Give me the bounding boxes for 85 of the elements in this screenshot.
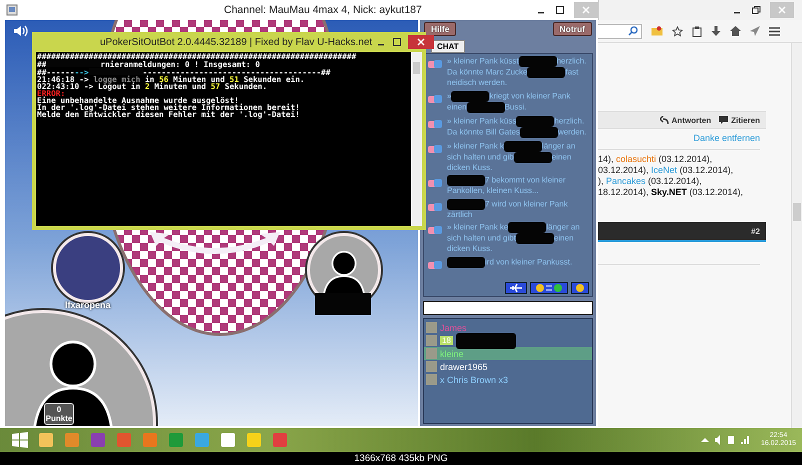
post-action-link[interactable]: Zitieren (719, 116, 760, 124)
smiley-icon (575, 283, 585, 293)
chat-message-icon (427, 224, 443, 236)
points-value: 0 (56, 405, 62, 414)
thanks-list-line: ), Pancakes (03.12.2014), (598, 176, 703, 187)
user-avatar-placeholder (426, 361, 437, 372)
chat-message: » kleiner Pank k länger an sich halten und gib einen dicken Kuss. (447, 140, 576, 172)
window-title: Channel: MauMau 4max 4, Nick: aykut187 (224, 4, 422, 16)
menu-icon[interactable] (769, 26, 780, 36)
swap-icon (534, 283, 564, 293)
user-name: kleine (440, 348, 464, 358)
avatar-photo-placeholder (53, 233, 123, 303)
chat-message-icon (427, 142, 443, 154)
redaction-block (447, 175, 485, 186)
post-number: #2 (751, 226, 760, 236)
redaction-block (447, 198, 485, 210)
redaction-block (518, 56, 557, 67)
plane-button[interactable] (505, 282, 527, 294)
thanks-link[interactable]: Danke entfernen (693, 133, 760, 143)
user-name: drawer1965 (440, 362, 488, 372)
age-badge: 18 (440, 336, 453, 345)
redaction-block (527, 67, 566, 78)
maximize-icon[interactable] (392, 37, 402, 47)
search-icon[interactable] (628, 26, 638, 36)
send-icon[interactable] (750, 26, 760, 36)
maximize-icon[interactable] (555, 5, 565, 15)
chat-message-icon (427, 200, 443, 212)
reply-arrow-icon (660, 116, 669, 124)
user-row[interactable]: x Chris Brown x3 (424, 373, 592, 386)
redaction-block (520, 126, 558, 138)
chat-message: » kleiner Pank küsst herzlich. Da könnte Marc Zucke fast neidisch werden. (447, 56, 588, 88)
thanks-list-line: 14), colasuchti (03.12.2014), (598, 154, 714, 165)
user-name: James (440, 322, 467, 332)
system-tray-icons[interactable] (700, 435, 751, 445)
clipboard-icon[interactable] (692, 26, 702, 36)
download-icon[interactable] (711, 26, 721, 36)
app-icon (6, 4, 18, 16)
post-action-link[interactable]: Antworten (660, 116, 712, 124)
chat-message-icon (427, 177, 443, 189)
redaction-block (456, 332, 516, 348)
mail-icon[interactable] (651, 26, 663, 36)
redaction-block (451, 90, 490, 102)
chat-message: » kriegt von kleiner Pank einen Bussi. (447, 90, 572, 112)
user-avatar-placeholder (426, 348, 437, 359)
speech-bubble-icon (719, 116, 728, 124)
redaction-block (466, 102, 505, 112)
star-icon[interactable] (672, 26, 683, 36)
close-icon[interactable] (408, 35, 434, 49)
taskbar-app-icon[interactable] (220, 432, 236, 448)
chat-message: 7 bekommt von kleiner Pankollen, kleinen Kuss... (447, 175, 566, 196)
chat-message-icon (427, 58, 443, 70)
chat-message-icon (427, 258, 443, 270)
redaction-block (516, 116, 554, 126)
panel-button[interactable]: Notruf (552, 22, 592, 36)
chat-message: » kleiner Pank ke länger an sich halten und gibt einen dicken Kuss. (447, 222, 581, 254)
chat-message: ird von kleiner Pankusst. (447, 256, 572, 268)
chat-message-icon (427, 118, 443, 130)
image-caption: 1366x768 435kb PNG (354, 453, 448, 464)
chat-input-field[interactable] (423, 301, 593, 315)
player-name: lfxaropena (65, 300, 111, 310)
chat-message: » kleiner Pank küss herzlich. Da könnte Bill Gates werden. (447, 116, 588, 138)
user-avatar-placeholder (426, 335, 437, 346)
restore-icon[interactable] (751, 5, 761, 15)
redaction-block (514, 152, 552, 162)
console-title: uPokerSitOutBot 2.0.4445.32189 | Fixed by Flav U-Hacks.net (100, 36, 372, 48)
redaction-block (516, 233, 554, 244)
chat-message-icon (427, 92, 443, 104)
user-row[interactable]: drawer1965 (424, 360, 592, 373)
thanks-list-line: 03.12.2014), IceNet (03.12.2014), (598, 165, 734, 176)
thanks-list-line: 18.12.2014), Sky.NET (03.12.2014), (598, 187, 744, 198)
swap-button[interactable] (530, 282, 568, 294)
redaction-block (447, 256, 485, 268)
points-label: Punkte (46, 414, 72, 423)
user-avatar-placeholder (426, 374, 437, 385)
user-avatar-placeholder (426, 322, 437, 333)
speaker-icon[interactable] (13, 24, 29, 38)
user-name: x Chris Brown x3 (440, 374, 508, 384)
redaction-block (315, 293, 371, 315)
chat-tab[interactable]: CHAT (431, 40, 465, 53)
windows-start-icon[interactable] (12, 432, 28, 448)
plane-icon (509, 283, 523, 293)
redaction-block (504, 140, 542, 152)
panel-button[interactable]: Hilfe (424, 22, 456, 36)
home-icon[interactable] (730, 26, 741, 36)
redaction-block (508, 222, 546, 233)
